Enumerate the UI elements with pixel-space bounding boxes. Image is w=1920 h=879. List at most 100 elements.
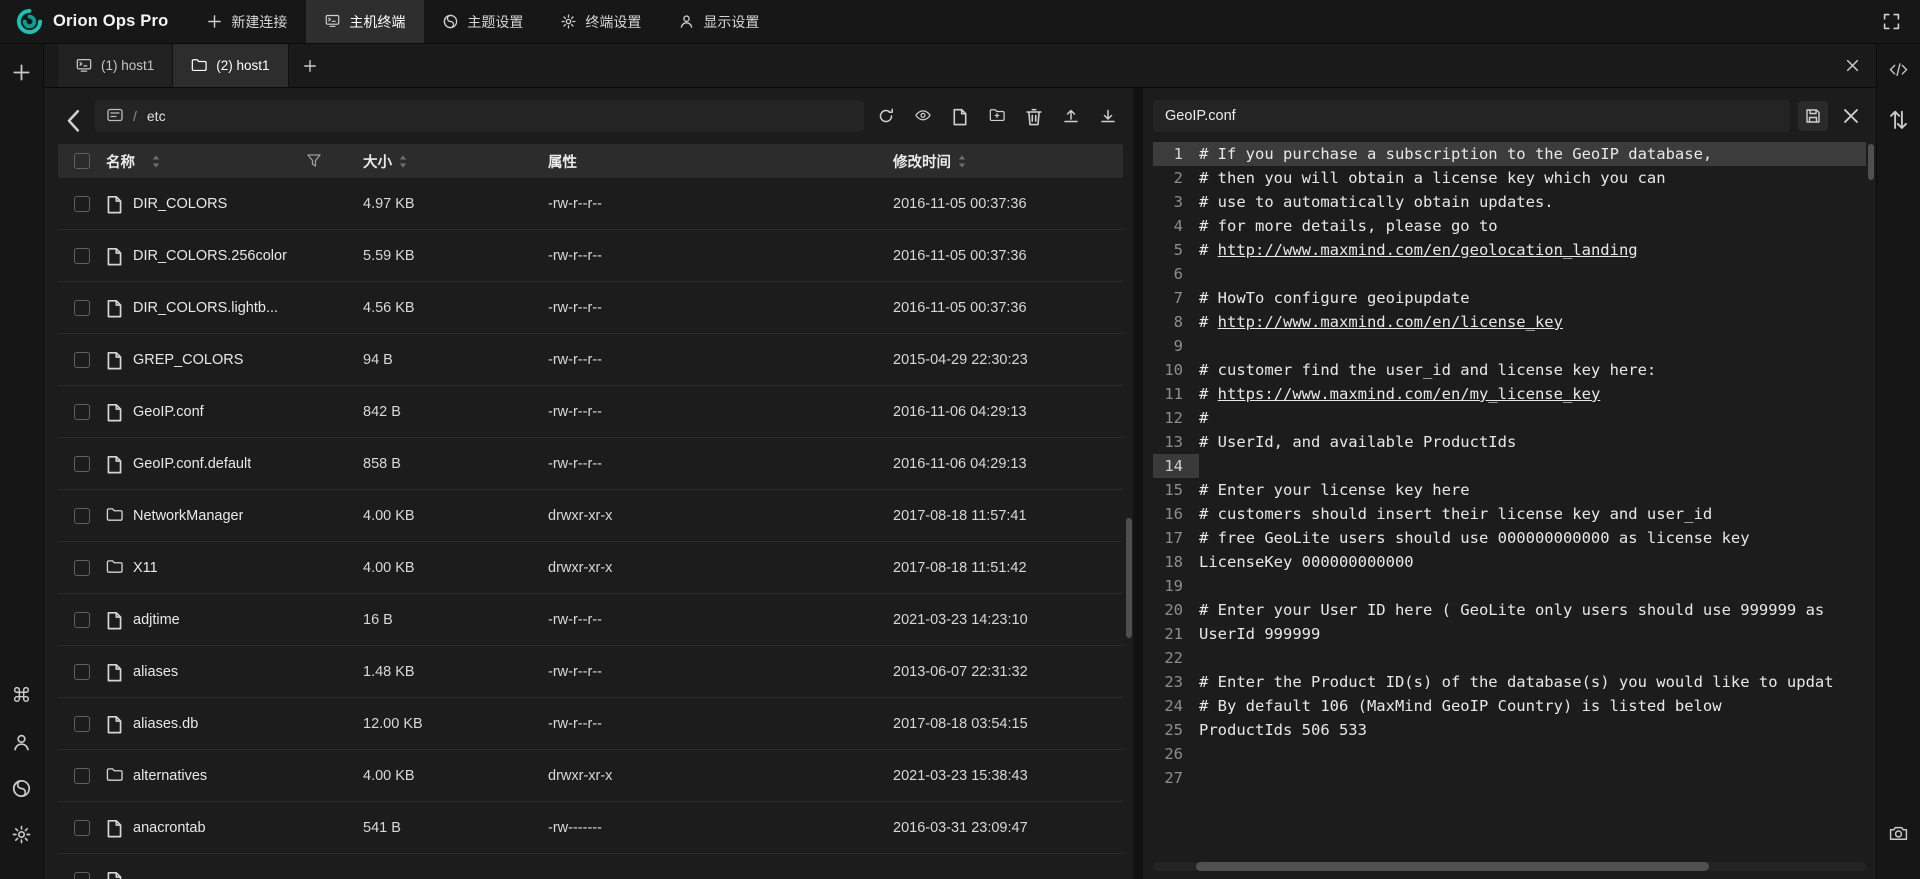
close-tabs-button[interactable] bbox=[1836, 50, 1868, 82]
editor-line[interactable]: 3# use to automatically obtain updates. bbox=[1153, 190, 1866, 214]
settings-button[interactable] bbox=[7, 819, 37, 849]
editor-line[interactable]: 23# Enter the Product ID(s) of the datab… bbox=[1153, 670, 1866, 694]
row-checkbox[interactable] bbox=[74, 508, 90, 524]
file-row[interactable]: DIR_COLORS4.97 KB-rw-r--r--2016-11-05 00… bbox=[58, 178, 1123, 230]
swap-vertical-button[interactable] bbox=[1884, 103, 1914, 133]
filter-icon[interactable] bbox=[307, 154, 321, 168]
new-folder-button[interactable] bbox=[982, 101, 1012, 131]
editor-vertical-scrollbar[interactable] bbox=[1868, 144, 1874, 180]
sort-name-icon[interactable] bbox=[152, 155, 160, 168]
editor-link[interactable]: http://www.maxmind.com/en/license_key bbox=[1218, 313, 1563, 331]
editor-line[interactable]: 25ProductIds 506 533 bbox=[1153, 718, 1866, 742]
file-row[interactable]: DIR_COLORS.256color5.59 KB-rw-r--r--2016… bbox=[58, 230, 1123, 282]
row-checkbox[interactable] bbox=[74, 872, 90, 879]
row-checkbox[interactable] bbox=[74, 196, 90, 212]
menu-item-4[interactable]: 终端设置 bbox=[542, 0, 660, 43]
editor-line[interactable]: 7# HowTo configure geoipupdate bbox=[1153, 286, 1866, 310]
file-row[interactable]: DIR_COLORS.lightb...4.56 KB-rw-r--r--201… bbox=[58, 282, 1123, 334]
new-connection-button[interactable] bbox=[7, 57, 37, 87]
file-row[interactable]: X114.00 KBdrwxr-xr-x2017-08-18 11:51:42 bbox=[58, 542, 1123, 594]
menu-item-1[interactable]: 新建连接 bbox=[188, 0, 306, 43]
column-name-label[interactable]: 名称 bbox=[106, 151, 135, 172]
row-checkbox[interactable] bbox=[74, 352, 90, 368]
editor-code-area[interactable]: 1# If you purchase a subscription to the… bbox=[1153, 142, 1866, 879]
editor-line[interactable]: 12# bbox=[1153, 406, 1866, 430]
editor-line[interactable]: 16# customers should insert their licens… bbox=[1153, 502, 1866, 526]
breadcrumb[interactable]: / etc bbox=[95, 100, 864, 132]
editor-line[interactable]: 20# Enter your User ID here ( GeoLite on… bbox=[1153, 598, 1866, 622]
editor-line[interactable]: 11# https://www.maxmind.com/en/my_licens… bbox=[1153, 382, 1866, 406]
screenshot-button[interactable] bbox=[1884, 819, 1914, 849]
save-button[interactable] bbox=[1798, 101, 1828, 131]
editor-line[interactable]: 8# http://www.maxmind.com/en/license_key bbox=[1153, 310, 1866, 334]
file-row[interactable]: GeoIP.conf842 B-rw-r--r--2016-11-06 04:2… bbox=[58, 386, 1123, 438]
file-row[interactable]: GREP_COLORS94 B-rw-r--r--2015-04-29 22:3… bbox=[58, 334, 1123, 386]
file-row[interactable]: GeoIP.conf.default858 B-rw-r--r--2016-11… bbox=[58, 438, 1123, 490]
editor-link[interactable]: http://www.maxmind.com/en/geolocation_la… bbox=[1218, 241, 1638, 259]
editor-line[interactable]: 26 bbox=[1153, 742, 1866, 766]
code-panel-button[interactable] bbox=[1884, 57, 1914, 87]
menu-item-3[interactable]: 主题设置 bbox=[424, 0, 542, 43]
preview-button[interactable] bbox=[908, 101, 938, 131]
column-modified-label[interactable]: 修改时间 bbox=[893, 151, 951, 172]
file-row[interactable]: alternatives4.00 KBdrwxr-xr-x2021-03-23 … bbox=[58, 750, 1123, 802]
editor-line[interactable]: 19 bbox=[1153, 574, 1866, 598]
row-checkbox[interactable] bbox=[74, 612, 90, 628]
editor-line[interactable]: 24# By default 106 (MaxMind GeoIP Countr… bbox=[1153, 694, 1866, 718]
row-checkbox[interactable] bbox=[74, 664, 90, 680]
row-checkbox[interactable] bbox=[74, 248, 90, 264]
editor-line[interactable]: 5# http://www.maxmind.com/en/geolocation… bbox=[1153, 238, 1866, 262]
select-all-checkbox[interactable] bbox=[74, 153, 90, 169]
editor-line[interactable]: 13# UserId, and available ProductIds bbox=[1153, 430, 1866, 454]
editor-line[interactable]: 15# Enter your license key here bbox=[1153, 478, 1866, 502]
editor-line[interactable]: 10# customer find the user_id and licens… bbox=[1153, 358, 1866, 382]
menu-item-2[interactable]: 主机终端 bbox=[306, 0, 424, 43]
editor-line[interactable]: 2# then you will obtain a license key wh… bbox=[1153, 166, 1866, 190]
editor-line[interactable]: 21UserId 999999 bbox=[1153, 622, 1866, 646]
editor-line[interactable]: 6 bbox=[1153, 262, 1866, 286]
sort-size-icon[interactable] bbox=[399, 155, 407, 168]
theme-button[interactable] bbox=[7, 773, 37, 803]
editor-line[interactable]: 9 bbox=[1153, 334, 1866, 358]
file-list-scrollbar[interactable] bbox=[1126, 518, 1132, 638]
breadcrumb-segment[interactable]: etc bbox=[147, 108, 166, 124]
row-checkbox[interactable] bbox=[74, 768, 90, 784]
editor-horizontal-scrollbar[interactable] bbox=[1196, 862, 1709, 871]
row-checkbox[interactable] bbox=[74, 300, 90, 316]
row-checkbox[interactable] bbox=[74, 560, 90, 576]
file-row[interactable]: anacrontab541 B-rw-------2016-03-31 23:0… bbox=[58, 802, 1123, 854]
tab-1[interactable]: (1) host1 bbox=[58, 44, 173, 87]
editor-line[interactable]: 4# for more details, please go to bbox=[1153, 214, 1866, 238]
editor-line[interactable]: 18LicenseKey 000000000000 bbox=[1153, 550, 1866, 574]
editor-line[interactable]: 17# free GeoLite users should use 000000… bbox=[1153, 526, 1866, 550]
file-row-partial[interactable] bbox=[58, 854, 1123, 879]
row-checkbox[interactable] bbox=[74, 456, 90, 472]
row-checkbox[interactable] bbox=[74, 716, 90, 732]
editor-link[interactable]: https://www.maxmind.com/en/my_license_ke… bbox=[1218, 385, 1601, 403]
tab-2[interactable]: (2) host1 bbox=[173, 44, 288, 87]
add-tab-button[interactable] bbox=[289, 44, 331, 87]
download-button[interactable] bbox=[1093, 101, 1123, 131]
editor-line[interactable]: 14 bbox=[1153, 454, 1866, 478]
new-file-button[interactable] bbox=[945, 101, 975, 131]
sort-modified-icon[interactable] bbox=[958, 155, 966, 168]
file-row[interactable]: adjtime16 B-rw-r--r--2021-03-23 14:23:10 bbox=[58, 594, 1123, 646]
menu-item-5[interactable]: 显示设置 bbox=[660, 0, 778, 43]
file-row[interactable]: aliases1.48 KB-rw-r--r--2013-06-07 22:31… bbox=[58, 646, 1123, 698]
fullscreen-button[interactable] bbox=[1874, 5, 1908, 39]
editor-line[interactable]: 22 bbox=[1153, 646, 1866, 670]
column-size-label[interactable]: 大小 bbox=[363, 151, 392, 172]
editor-line[interactable]: 27 bbox=[1153, 766, 1866, 790]
row-checkbox[interactable] bbox=[74, 820, 90, 836]
editor-filename[interactable]: GeoIP.conf bbox=[1153, 100, 1790, 132]
delete-button[interactable] bbox=[1019, 101, 1049, 131]
upload-button[interactable] bbox=[1056, 101, 1086, 131]
users-button[interactable] bbox=[7, 727, 37, 757]
back-button[interactable] bbox=[58, 101, 88, 131]
file-row[interactable]: aliases.db12.00 KB-rw-r--r--2017-08-18 0… bbox=[58, 698, 1123, 750]
editor-close-button[interactable] bbox=[1836, 101, 1866, 131]
refresh-button[interactable] bbox=[871, 101, 901, 131]
row-checkbox[interactable] bbox=[74, 404, 90, 420]
editor-line[interactable]: 1# If you purchase a subscription to the… bbox=[1153, 142, 1866, 166]
file-row[interactable]: NetworkManager4.00 KBdrwxr-xr-x2017-08-1… bbox=[58, 490, 1123, 542]
